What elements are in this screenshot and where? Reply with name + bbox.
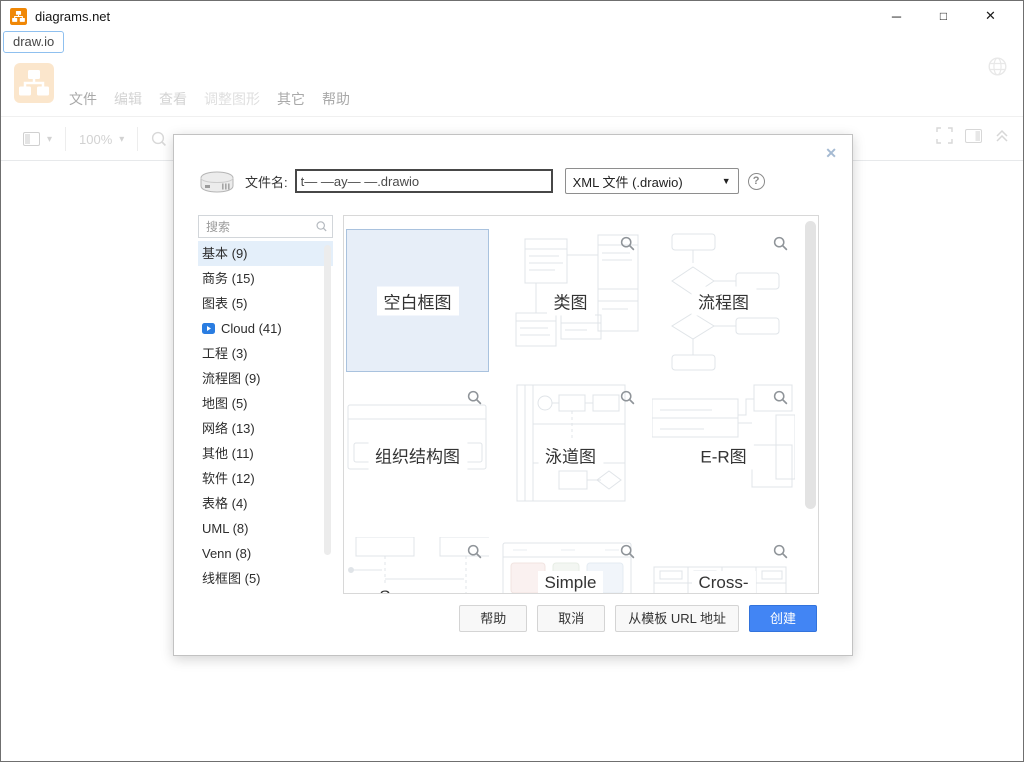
category-venn[interactable]: Venn (8)	[198, 541, 333, 566]
filename-label: 文件名:	[245, 172, 288, 191]
magnifier-icon[interactable]	[773, 544, 788, 559]
category-software[interactable]: 软件 (12)	[198, 466, 333, 491]
menu-view[interactable]: 查看	[159, 89, 187, 109]
template-label: 组织结构图	[368, 440, 467, 469]
collapse-chevrons-icon[interactable]	[994, 128, 1010, 143]
template-label: E-R图	[693, 440, 753, 469]
category-basic[interactable]: 基本 (9)	[198, 241, 333, 266]
format-panel-icon[interactable]	[965, 129, 982, 143]
category-flowcharts[interactable]: 流程图 (9)	[198, 366, 333, 391]
template-tile-er-diagram[interactable]: E-R图	[652, 383, 795, 526]
template-label: 流程图	[691, 286, 756, 315]
template-tile-class-diagram[interactable]: 类图	[499, 229, 642, 372]
category-tables[interactable]: 表格 (4)	[198, 491, 333, 516]
view-layout-icon[interactable]	[23, 132, 40, 146]
template-label: Sequence	[372, 585, 463, 594]
menu-items: 文件 编辑 查看 调整图形 其它 帮助	[69, 89, 350, 109]
category-business[interactable]: 商务 (15)	[198, 266, 333, 291]
magnifier-icon[interactable]	[467, 544, 482, 559]
tab-drawio[interactable]: draw.io	[3, 31, 64, 53]
menu-file[interactable]: 文件	[69, 89, 97, 109]
help-button[interactable]: 帮助	[459, 605, 527, 632]
menu-help[interactable]: 帮助	[322, 89, 350, 109]
window-controls: ─ □ ✕	[873, 8, 1014, 24]
category-engineering[interactable]: 工程 (3)	[198, 341, 333, 366]
template-label: Simple	[538, 571, 604, 594]
category-cloud-label: Cloud (41)	[221, 316, 282, 341]
magnifier-icon[interactable]	[467, 390, 482, 405]
template-tile-simple[interactable]: Simple	[499, 537, 642, 594]
toolbar-left-group: ▾ 100% ▾	[23, 127, 167, 151]
help-icon[interactable]: ?	[748, 173, 765, 190]
category-wireframes[interactable]: 线框图 (5)	[198, 566, 333, 591]
tab-strip: draw.io	[1, 31, 1023, 56]
magnifier-icon[interactable]	[773, 236, 788, 251]
zoom-caret-icon[interactable]: ▾	[119, 134, 124, 145]
filename-input[interactable]	[295, 169, 553, 193]
title-bar: diagrams.net ─ □ ✕	[1, 1, 1023, 31]
template-tile-cross-functional[interactable]: Cross-	[652, 537, 795, 594]
category-cloud[interactable]: Cloud (41)	[198, 316, 333, 341]
app-logo-icon	[10, 8, 27, 25]
play-icon	[202, 323, 215, 334]
cancel-button[interactable]: 取消	[537, 605, 605, 632]
zoom-level[interactable]: 100%	[79, 132, 112, 147]
search-box	[198, 215, 333, 238]
menu-extras[interactable]: 其它	[277, 89, 305, 109]
category-scrollbar[interactable]	[324, 245, 331, 555]
create-button[interactable]: 创建	[749, 605, 817, 632]
menu-bar: 文件 编辑 查看 调整图形 其它 帮助	[1, 56, 1023, 116]
category-uml[interactable]: UML (8)	[198, 516, 333, 541]
app-logo-watermark	[14, 61, 54, 105]
template-label: Cross-	[691, 571, 755, 594]
magnifier-icon[interactable]	[620, 544, 635, 559]
search-icon	[316, 220, 327, 233]
from-template-url-button[interactable]: 从模板 URL 地址	[615, 605, 739, 632]
template-tile-org-chart[interactable]: 组织结构图	[346, 383, 489, 526]
filetype-select[interactable]: XML 文件 (.drawio) ▼	[565, 168, 739, 194]
template-label: 空白框图	[377, 286, 459, 315]
category-network[interactable]: 网络 (13)	[198, 416, 333, 441]
dialog-close-icon[interactable]: ✕	[825, 145, 837, 162]
menu-edit[interactable]: 编辑	[114, 89, 142, 109]
category-charts[interactable]: 图表 (5)	[198, 291, 333, 316]
template-label: 类图	[547, 286, 595, 315]
minimize-button[interactable]: ─	[873, 9, 920, 24]
template-tile-swimlane[interactable]: 泳道图	[499, 383, 642, 526]
category-other[interactable]: 其他 (11)	[198, 441, 333, 466]
maximize-button[interactable]: □	[920, 9, 967, 23]
app-window: diagrams.net ─ □ ✕ draw.io 文件 编辑 查看 调整图形…	[0, 0, 1024, 762]
dialog-footer: 帮助 取消 从模板 URL 地址 创建	[459, 605, 817, 632]
globe-icon[interactable]	[987, 56, 1008, 77]
category-maps[interactable]: 地图 (5)	[198, 391, 333, 416]
menu-arrange[interactable]: 调整图形	[204, 89, 260, 109]
disk-icon	[196, 165, 238, 197]
magnifier-icon[interactable]	[773, 390, 788, 405]
template-label: 泳道图	[538, 440, 603, 469]
template-scrollbar[interactable]	[805, 221, 816, 509]
search-input[interactable]	[204, 219, 316, 235]
dialog-header: 文件名: XML 文件 (.drawio) ▼ ?	[196, 165, 765, 197]
magnifier-icon[interactable]	[620, 390, 635, 405]
toolbar-separator	[65, 127, 66, 151]
chevron-down-icon: ▼	[722, 176, 731, 186]
fullscreen-icon[interactable]	[936, 127, 953, 144]
new-diagram-dialog: ✕ 文件名: XML 文件 (.drawio) ▼ ?	[173, 134, 853, 656]
template-tile-flowchart[interactable]: 流程图	[652, 229, 795, 372]
template-tile-blank[interactable]: 空白框图	[346, 229, 489, 372]
zoom-in-icon[interactable]	[151, 131, 167, 147]
filetype-value: XML 文件 (.drawio)	[573, 172, 683, 191]
category-list: 基本 (9) 商务 (15) 图表 (5) Cloud (41) 工程 (3) …	[198, 241, 333, 591]
close-button[interactable]: ✕	[967, 8, 1014, 24]
toolbar-separator	[137, 127, 138, 151]
template-panel: 空白框图 类图	[343, 215, 819, 594]
view-caret-icon[interactable]: ▾	[47, 134, 52, 145]
template-tile-sequence[interactable]: Sequence	[346, 537, 489, 594]
window-title: diagrams.net	[35, 9, 110, 24]
category-panel: 基本 (9) 商务 (15) 图表 (5) Cloud (41) 工程 (3) …	[198, 215, 333, 591]
toolbar-right-group	[936, 127, 1010, 144]
magnifier-icon[interactable]	[620, 236, 635, 251]
